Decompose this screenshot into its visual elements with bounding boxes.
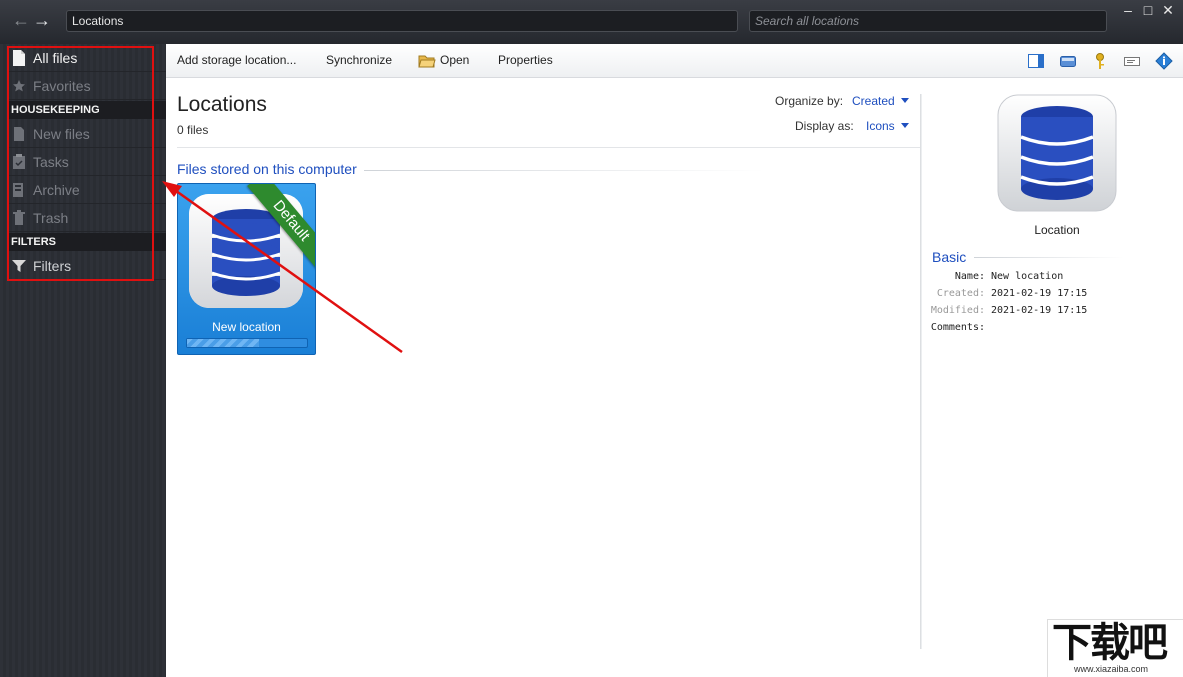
- arrow-right-icon[interactable]: →: [32, 10, 52, 30]
- info-icon[interactable]: [1155, 52, 1173, 70]
- prop-label-modified: Modified:: [930, 305, 985, 316]
- search-input[interactable]: Search all locations: [749, 10, 1107, 32]
- prop-value-name[interactable]: New location: [991, 271, 1063, 282]
- display-as-value: Icons: [866, 119, 895, 133]
- tag-icon[interactable]: [1123, 52, 1141, 70]
- watermark-url: www.xiazaiba.com: [1074, 664, 1149, 674]
- location-large-icon: [997, 94, 1117, 212]
- toolbar: Add storage location... Synchronize Open…: [166, 44, 1183, 78]
- section-title: Files stored on this computer: [177, 161, 357, 177]
- prop-label-created: Created:: [936, 288, 985, 299]
- panel-icon[interactable]: [1027, 52, 1045, 70]
- address-bar[interactable]: Locations: [66, 10, 738, 32]
- open-button[interactable]: Open: [440, 53, 469, 67]
- close-icon[interactable]: ✕: [1160, 2, 1176, 18]
- display-as-dropdown[interactable]: Icons: [866, 119, 909, 133]
- display-as-label: Display as:: [795, 119, 854, 133]
- section-divider: [974, 257, 1124, 258]
- pane-splitter[interactable]: [920, 94, 922, 649]
- title-bar: ← → Locations Search all locations – □ ✕: [0, 0, 1183, 44]
- properties-button[interactable]: Properties: [498, 53, 553, 67]
- header-divider: [177, 147, 921, 148]
- organize-by-dropdown[interactable]: Created: [852, 94, 909, 108]
- chevron-down-icon: [900, 123, 909, 128]
- watermark: 下载吧 www.xiazaiba.com: [1047, 619, 1183, 677]
- open-folder-icon[interactable]: [418, 51, 436, 69]
- arrow-left-icon[interactable]: ←: [11, 10, 31, 30]
- section-divider: [364, 170, 764, 171]
- minimize-icon[interactable]: –: [1120, 2, 1136, 18]
- maximize-icon[interactable]: □: [1140, 2, 1156, 18]
- details-title: Location: [1034, 223, 1080, 237]
- tile-label: New location: [212, 320, 281, 334]
- prop-value-modified: 2021-02-19 17:15: [991, 305, 1088, 316]
- synchronize-button[interactable]: Synchronize: [326, 53, 392, 67]
- chevron-down-icon: [900, 98, 909, 103]
- details-section-basic: Basic: [932, 249, 967, 265]
- main-panel: Add storage location... Synchronize Open…: [166, 44, 1183, 677]
- prop-value-created: 2021-02-19 17:15: [991, 288, 1088, 299]
- file-count: 0 files: [177, 123, 209, 137]
- add-storage-location-button[interactable]: Add storage location...: [177, 53, 296, 67]
- progress-bar: [186, 338, 308, 348]
- key-icon[interactable]: [1091, 52, 1109, 70]
- prop-label-name: Name:: [954, 271, 985, 282]
- organize-by-label: Organize by:: [775, 94, 844, 108]
- page-title: Locations: [177, 93, 267, 116]
- annotation-highlight-box: [7, 46, 154, 281]
- location-tile[interactable]: Default New location: [177, 183, 316, 355]
- progress-bar-fill: [187, 339, 259, 347]
- drive-icon[interactable]: [1059, 52, 1077, 70]
- organize-by-value: Created: [852, 94, 895, 108]
- prop-label-comments: Comments:: [930, 322, 985, 333]
- watermark-logo: 下载吧: [1052, 621, 1168, 665]
